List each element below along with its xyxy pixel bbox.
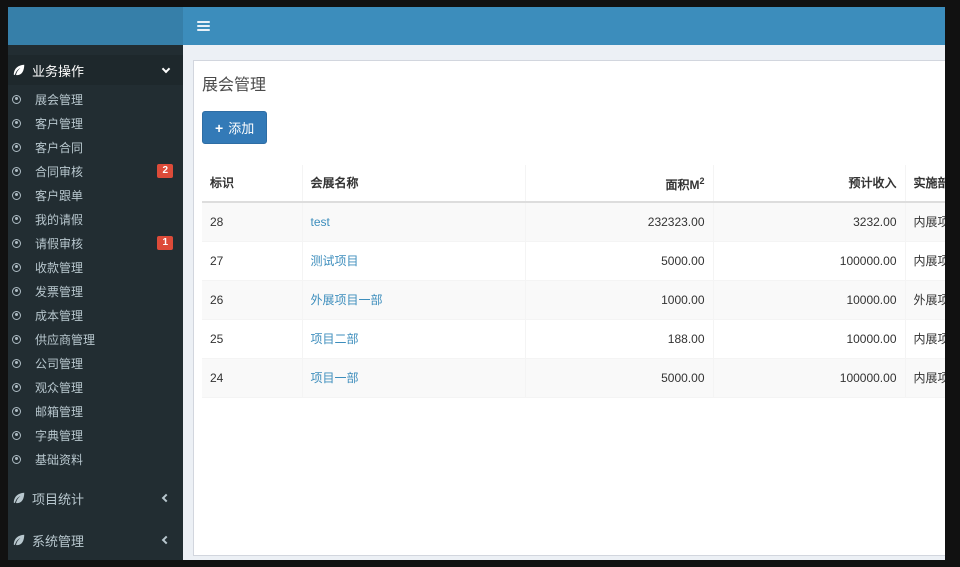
content-area: 展会管理 + 添加 标识 会展名称 面积M2 预计收入 实施部门 <box>183 45 945 560</box>
cell-area: 188.00 <box>524 319 713 359</box>
exhibition-link[interactable]: test <box>311 215 330 229</box>
circle-o-icon <box>12 430 21 440</box>
plus-icon: + <box>215 119 224 136</box>
cell-income: 3232.00 <box>712 202 905 242</box>
chevron-left-icon <box>161 535 171 545</box>
table-row: 28 test 232323.00 3232.00 内展项目 <box>202 202 945 242</box>
circle-o-icon <box>12 286 21 296</box>
cell-income: 10000.00 <box>712 319 905 359</box>
leaf-icon <box>13 64 25 76</box>
sidebar-item-customer-followup[interactable]: 客户跟单 <box>8 183 183 207</box>
cell-id: 27 <box>202 241 302 281</box>
circle-o-icon <box>12 334 21 344</box>
chevron-down-icon <box>161 64 171 73</box>
sidebar-item-audience-mgmt[interactable]: 观众管理 <box>8 375 183 399</box>
top-navbar <box>8 7 945 45</box>
table-row: 27 测试项目 5000.00 100000.00 内展项目 <box>202 241 945 281</box>
sidebar-nav: 业务操作 展会管理 客户管理 客户合同 合同审核 2 客户跟单 我的请假 请假审… <box>8 45 183 560</box>
exhibition-link[interactable]: 项目一部 <box>311 371 359 385</box>
circle-o-icon <box>12 358 21 368</box>
circle-o-icon <box>12 406 21 416</box>
cell-id: 25 <box>202 319 302 359</box>
cell-area: 1000.00 <box>524 280 713 320</box>
notification-badge: 1 <box>157 236 173 250</box>
table-header-row: 标识 会展名称 面积M2 预计收入 实施部门 <box>202 165 945 203</box>
hamburger-icon <box>196 21 210 31</box>
exhibition-link[interactable]: 测试项目 <box>311 254 359 268</box>
col-header-income: 预计收入 <box>712 165 905 203</box>
col-header-id: 标识 <box>202 165 302 203</box>
circle-o-icon <box>12 118 21 128</box>
exhibition-link[interactable]: 项目二部 <box>311 332 359 346</box>
sidebar-item-customer-mgmt[interactable]: 客户管理 <box>8 111 183 135</box>
exhibition-box: 展会管理 + 添加 标识 会展名称 面积M2 预计收入 实施部门 <box>193 60 945 556</box>
exhibition-table: 标识 会展名称 面积M2 预计收入 实施部门 28 test 232323.00… <box>202 165 945 398</box>
sidebar-menu: 展会管理 客户管理 客户合同 合同审核 2 客户跟单 我的请假 请假审核 1 收… <box>8 87 183 471</box>
circle-o-icon <box>12 94 21 104</box>
cell-income: 10000.00 <box>712 280 905 320</box>
cell-income: 100000.00 <box>712 241 905 281</box>
circle-o-icon <box>12 262 21 272</box>
sidebar-item-invoice-mgmt[interactable]: 发票管理 <box>8 279 183 303</box>
circle-o-icon <box>12 190 21 200</box>
sidebar-item-basic-data[interactable]: 基础资料 <box>8 447 183 471</box>
circle-o-icon <box>12 454 21 464</box>
sidebar-section-label: 业务操作 <box>32 63 85 79</box>
circle-o-icon <box>12 166 21 176</box>
leaf-icon <box>13 534 25 546</box>
table-row: 26 外展项目一部 1000.00 10000.00 外展项目 <box>202 280 945 320</box>
col-header-dept: 实施部门 <box>904 165 945 203</box>
cell-dept: 内展项目 <box>904 241 945 281</box>
cell-id: 26 <box>202 280 302 320</box>
sidebar-section-label: 项目统计 <box>32 491 85 507</box>
exhibition-link[interactable]: 外展项目一部 <box>311 293 383 307</box>
sidebar-section-label: 系统管理 <box>32 533 85 549</box>
sidebar-item-exhibition-mgmt[interactable]: 展会管理 <box>8 87 183 111</box>
cell-dept: 内展项目 <box>904 358 945 398</box>
cell-area: 5000.00 <box>524 241 713 281</box>
table-row: 24 项目一部 5000.00 100000.00 内展项目 <box>202 358 945 398</box>
circle-o-icon <box>12 238 21 248</box>
sidebar-item-contract-review[interactable]: 合同审核 2 <box>8 159 183 183</box>
circle-o-icon <box>12 142 21 152</box>
cell-id: 28 <box>202 202 302 242</box>
circle-o-icon <box>12 214 21 224</box>
cell-area: 5000.00 <box>524 358 713 398</box>
notification-badge: 2 <box>157 164 173 178</box>
chevron-left-icon <box>161 493 171 503</box>
cell-dept: 外展项目 <box>904 280 945 320</box>
sidebar-toggle-button[interactable] <box>183 7 223 45</box>
sidebar-item-company-mgmt[interactable]: 公司管理 <box>8 351 183 375</box>
sidebar-item-customer-contract[interactable]: 客户合同 <box>8 135 183 159</box>
col-header-area: 面积M2 <box>524 165 713 203</box>
circle-o-icon <box>12 310 21 320</box>
sidebar-item-dictionary-mgmt[interactable]: 字典管理 <box>8 423 183 447</box>
cell-dept: 内展项目 <box>904 319 945 359</box>
sidebar-section-system-mgmt[interactable]: 系统管理 <box>8 525 183 555</box>
app-logo[interactable] <box>8 7 183 45</box>
sidebar-section-project-stats[interactable]: 项目统计 <box>8 483 183 513</box>
sidebar-item-my-leave[interactable]: 我的请假 <box>8 207 183 231</box>
leaf-icon <box>13 492 25 504</box>
sidebar-item-leave-review[interactable]: 请假审核 1 <box>8 231 183 255</box>
cell-area: 232323.00 <box>524 202 713 242</box>
circle-o-icon <box>12 382 21 392</box>
sidebar-item-supplier-mgmt[interactable]: 供应商管理 <box>8 327 183 351</box>
page-title: 展会管理 <box>202 77 267 94</box>
sidebar-item-payment-mgmt[interactable]: 收款管理 <box>8 255 183 279</box>
cell-id: 24 <box>202 358 302 398</box>
cell-dept: 内展项目 <box>904 202 945 242</box>
sidebar-item-mailbox-mgmt[interactable]: 邮箱管理 <box>8 399 183 423</box>
sidebar-item-cost-mgmt[interactable]: 成本管理 <box>8 303 183 327</box>
add-button[interactable]: + 添加 <box>202 111 268 144</box>
col-header-name: 会展名称 <box>301 165 525 203</box>
app-window: 业务操作 展会管理 客户管理 客户合同 合同审核 2 客户跟单 我的请假 请假审… <box>8 7 945 560</box>
sidebar-section-business-ops[interactable]: 业务操作 <box>8 55 183 85</box>
table-row: 25 项目二部 188.00 10000.00 内展项目 <box>202 319 945 359</box>
cell-income: 100000.00 <box>712 358 905 398</box>
